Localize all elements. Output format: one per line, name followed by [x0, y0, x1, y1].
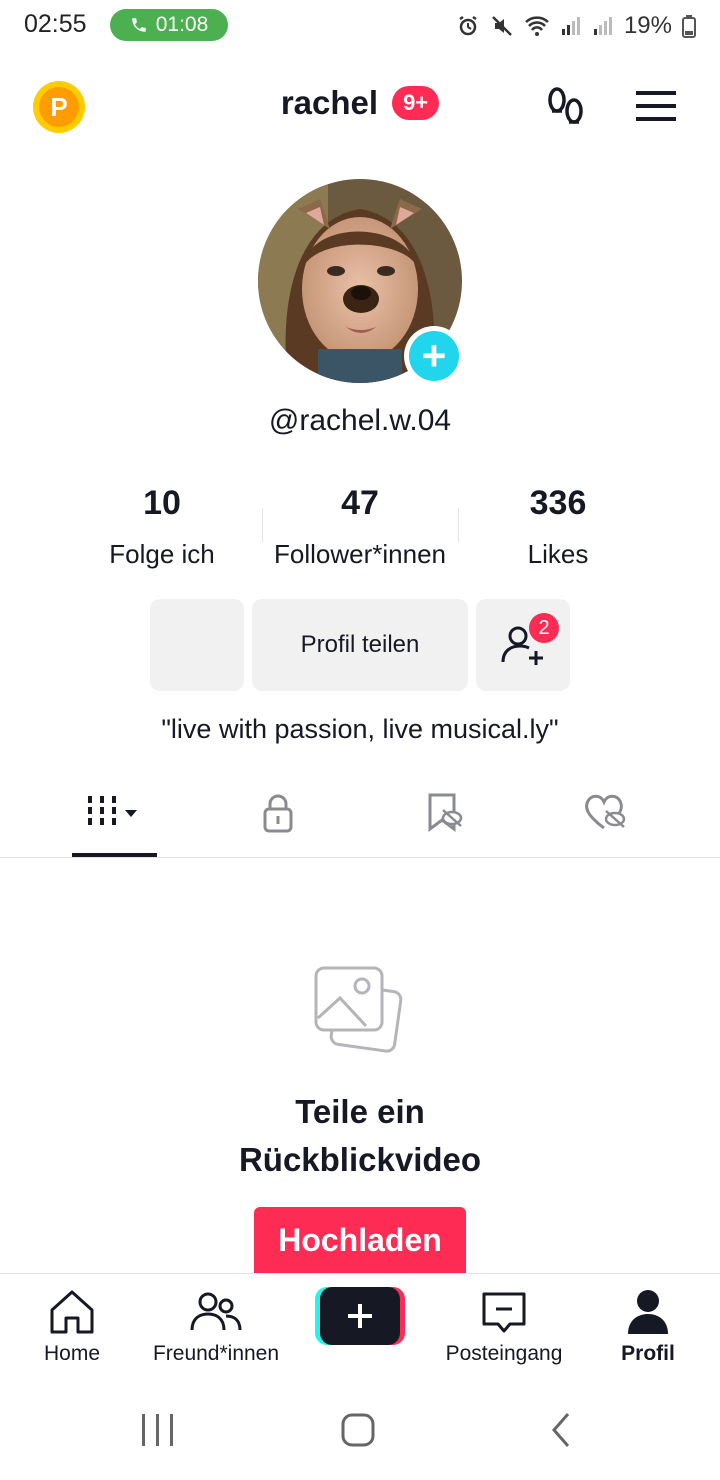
empty-state-title-line2: Rückblickvideo: [238, 1141, 482, 1178]
add-friends-button[interactable]: [476, 599, 570, 691]
stat-following[interactable]: 10 Folge ich: [62, 484, 262, 570]
photo-icon: [314, 966, 403, 1053]
edit-profile-button[interactable]: [150, 599, 244, 691]
stat-followers-label: Follower*innen: [274, 539, 446, 569]
stat-likes-label: Likes: [527, 539, 589, 569]
stat-followers-value: 47: [341, 484, 379, 522]
share-profile-button[interactable]: Profil teilen: [252, 599, 468, 691]
upload-button[interactable]: Hochladen: [254, 1207, 466, 1273]
friends-icon: [190, 1292, 242, 1331]
lock-icon: [263, 794, 293, 833]
stat-likes[interactable]: 336 Likes: [458, 484, 658, 570]
tab-divider: [0, 857, 720, 858]
bookmark-hidden-icon: [428, 793, 463, 832]
call-timer: 01:08: [155, 13, 209, 36]
system-nav-bar: [142, 1413, 570, 1447]
signal-icon: [561, 17, 580, 35]
profile-icon: [628, 1290, 668, 1334]
inbox-icon: [482, 1292, 526, 1333]
signal-icon-2: [593, 17, 612, 35]
footprints-icon[interactable]: [544, 84, 588, 128]
status-icons: 19%: [456, 10, 696, 42]
nav-inbox-label: Posteingang: [445, 1342, 563, 1365]
empty-state-title: Teile ein Rückblickvideo: [0, 1088, 720, 1184]
tab-favorites[interactable]: [354, 790, 534, 858]
nav-friends-label: Freund*innen: [152, 1342, 280, 1365]
create-button[interactable]: [315, 1287, 405, 1345]
grid-icon: [88, 796, 137, 825]
empty-state-title-line1: Teile ein: [295, 1093, 425, 1130]
call-timer-pill[interactable]: 01:08: [110, 9, 228, 41]
battery-percent: 19%: [623, 12, 672, 39]
nav-home-label: Home: [43, 1342, 101, 1365]
profile-handle: @rachel.w.04: [268, 404, 452, 437]
home-system-icon[interactable]: [341, 1413, 375, 1447]
nav-inbox[interactable]: Posteingang: [432, 1288, 576, 1366]
tab-private[interactable]: [188, 790, 368, 858]
nav-profile[interactable]: Profil: [576, 1288, 720, 1366]
recent-apps-icon[interactable]: [142, 1414, 173, 1446]
notification-badge: 9+: [392, 86, 440, 120]
profile-username-header[interactable]: rachel 9+: [0, 84, 720, 122]
stat-followers[interactable]: 47 Follower*innen: [260, 484, 460, 570]
profile-bio: "live with passion, live musical.ly": [161, 714, 559, 744]
phone-icon: [131, 18, 146, 32]
stat-likes-value: 336: [529, 484, 587, 522]
stat-following-value: 10: [143, 484, 181, 522]
wifi-icon: [525, 16, 549, 36]
status-time: 02:55: [24, 10, 87, 38]
username: rachel: [280, 84, 379, 121]
avatar-add-button[interactable]: +: [404, 326, 464, 386]
tab-liked[interactable]: [516, 790, 696, 858]
back-icon[interactable]: [552, 1413, 570, 1447]
add-friends-badge: 2: [527, 611, 561, 645]
nav-home[interactable]: Home: [0, 1288, 144, 1366]
stat-following-label: Folge ich: [109, 539, 215, 569]
tab-videos[interactable]: [24, 790, 204, 858]
alarm-icon: [459, 15, 477, 36]
menu-icon[interactable]: [634, 89, 678, 123]
heart-hidden-icon: [585, 794, 626, 830]
battery-icon: [682, 15, 696, 38]
mute-icon: [492, 16, 512, 36]
home-icon: [50, 1290, 94, 1334]
plus-icon: +: [409, 331, 459, 381]
nav-friends[interactable]: Freund*innen: [144, 1288, 288, 1366]
nav-profile-label: Profil: [621, 1342, 675, 1365]
